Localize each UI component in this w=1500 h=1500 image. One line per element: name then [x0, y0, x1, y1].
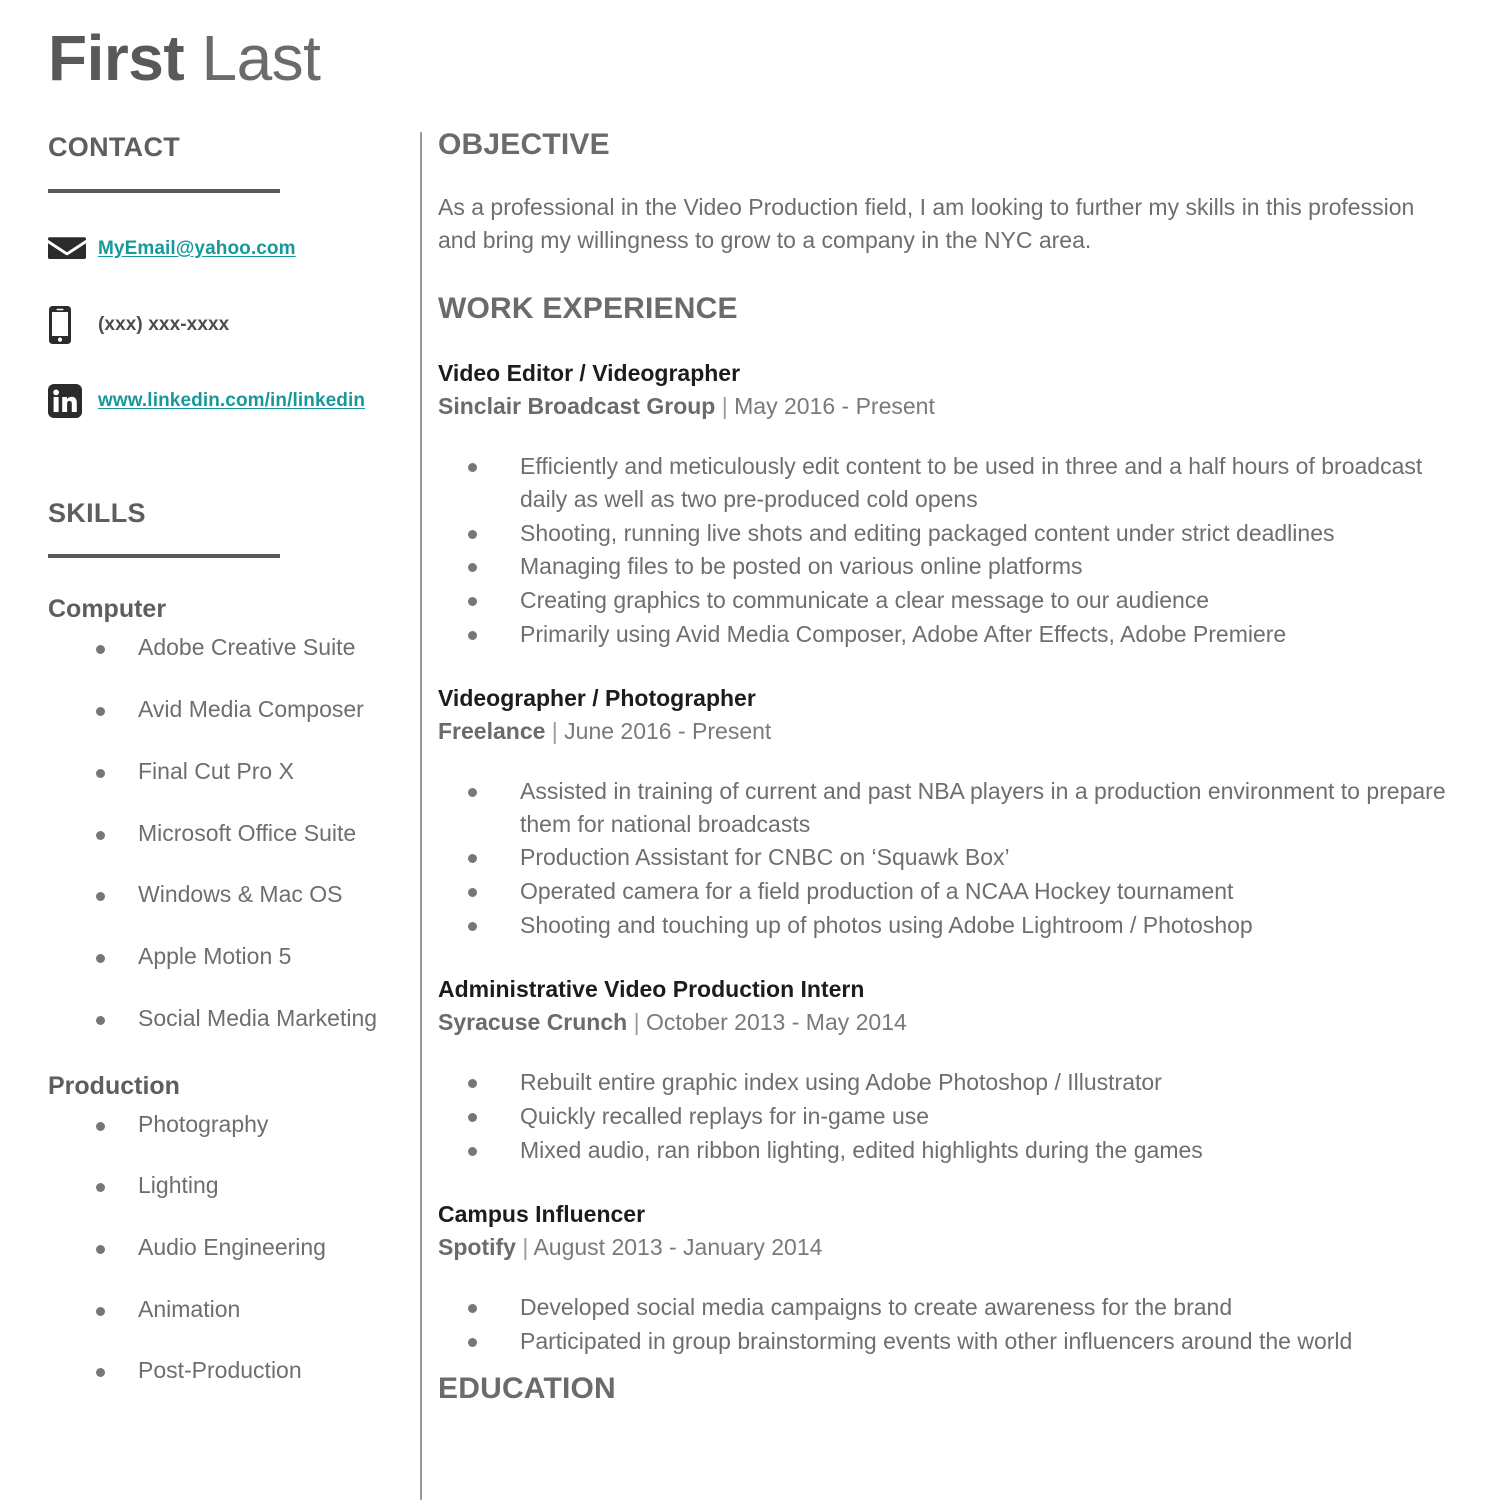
skills-section: SKILLS Computer Adobe Creative Suite Avi… [48, 497, 400, 1388]
job-dates: June 2016 - Present [564, 718, 772, 745]
job-entry: Administrative Video Production Intern S… [438, 975, 1456, 1166]
skill-group-title: Production [48, 1071, 180, 1100]
job-meta: Syracuse Crunch | October 2013 - May 201… [438, 1007, 1456, 1038]
skill-list-production: Photography Lighting Audio Engineering A… [48, 1109, 400, 1388]
job-duties: Efficiently and meticulously edit conten… [438, 450, 1456, 650]
contact-list: MyEmail@yahoo.com (xxx) xxx-xxxx www.lin… [48, 223, 400, 427]
sidebar: CONTACT MyEmail@yahoo.com (xxx) xxx-xxxx… [48, 132, 400, 1417]
list-item: Photography [48, 1109, 400, 1141]
job-company: Syracuse Crunch [438, 1009, 628, 1036]
job-dates: August 2013 - January 2014 [533, 1234, 823, 1261]
job-entry: Campus Influencer Spotify | August 2013 … [438, 1200, 1456, 1357]
last-name: Last [201, 22, 321, 94]
list-item: Adobe Creative Suite [48, 632, 400, 664]
resume-page: First Last CONTACT MyEmail@yahoo.com (xx… [0, 0, 1500, 1500]
list-item: Audio Engineering [48, 1232, 400, 1264]
list-item: Developed social media campaigns to crea… [438, 1291, 1456, 1324]
job-title: Video Editor / Videographer [438, 360, 741, 387]
list-item: Shooting and touching up of photos using… [438, 909, 1456, 942]
list-item: Quickly recalled replays for in-game use [438, 1100, 1456, 1133]
job-dates: October 2013 - May 2014 [645, 1009, 907, 1036]
skill-group-production: Production Photography Lighting Audio En… [48, 1071, 400, 1388]
email-link[interactable]: MyEmail@yahoo.com [98, 238, 296, 260]
contact-item-email[interactable]: MyEmail@yahoo.com [48, 223, 400, 275]
objective-body: As a professional in the Video Productio… [438, 194, 1415, 253]
job-company: Freelance [438, 718, 546, 745]
list-item: Windows & Mac OS [48, 879, 400, 911]
skills-rule [48, 554, 280, 559]
list-item: Participated in group brainstorming even… [438, 1325, 1456, 1358]
column-divider [420, 132, 422, 1500]
skill-list-computer: Adobe Creative Suite Avid Media Composer… [48, 632, 400, 1034]
list-item: Rebuilt entire graphic index using Adobe… [438, 1066, 1456, 1099]
list-item: Post-Production [48, 1355, 400, 1387]
job-separator: | [721, 393, 728, 420]
job-dates: May 2016 - Present [734, 393, 935, 420]
contact-rule [48, 188, 280, 193]
list-item: Mixed audio, ran ribbon lighting, edited… [438, 1134, 1456, 1167]
list-item: Managing files to be posted on various o… [438, 550, 1456, 583]
smartphone-icon [48, 305, 92, 345]
job-separator: | [522, 1234, 529, 1261]
job-entry: Video Editor / Videographer Sinclair Bro… [438, 359, 1456, 650]
job-separator: | [633, 1009, 640, 1036]
objective-heading: OBJECTIVE [438, 128, 610, 161]
job-title: Administrative Video Production Intern [438, 976, 865, 1003]
list-item: Operated camera for a field production o… [438, 875, 1456, 908]
list-item: Assisted in training of current and past… [438, 775, 1456, 840]
list-item: Social Media Marketing [48, 1003, 400, 1035]
job-duties: Assisted in training of current and past… [438, 775, 1456, 941]
page-title: First Last [48, 26, 321, 90]
job-title: Campus Influencer [438, 1201, 646, 1228]
first-name: First [48, 22, 185, 94]
job-company: Spotify [438, 1234, 516, 1261]
list-item: Efficiently and meticulously edit conten… [438, 450, 1456, 515]
job-meta: Sinclair Broadcast Group | May 2016 - Pr… [438, 391, 1456, 422]
job-meta: Freelance | June 2016 - Present [438, 716, 1456, 747]
linkedin-icon [48, 383, 92, 418]
contact-item-phone: (xxx) xxx-xxxx [48, 299, 400, 351]
contact-heading: CONTACT [48, 132, 181, 162]
skill-group-title: Computer [48, 595, 167, 624]
linkedin-link[interactable]: www.linkedin.com/in/linkedin [98, 390, 365, 412]
main-content: OBJECTIVE As a professional in the Video… [438, 128, 1456, 1405]
contact-item-linkedin[interactable]: www.linkedin.com/in/linkedin [48, 375, 400, 427]
list-item: Production Assistant for CNBC on ‘Squawk… [438, 841, 1456, 874]
job-duties: Rebuilt entire graphic index using Adobe… [438, 1066, 1456, 1166]
work-experience-heading: WORK EXPERIENCE [438, 292, 738, 326]
list-item: Final Cut Pro X [48, 756, 400, 788]
list-item: Lighting [48, 1170, 400, 1202]
contact-section: CONTACT MyEmail@yahoo.com (xxx) xxx-xxxx… [48, 132, 400, 427]
skills-heading: SKILLS [48, 497, 146, 528]
work-experience-section: WORK EXPERIENCE Video Editor / Videograp… [438, 292, 1456, 1357]
job-meta: Spotify | August 2013 - January 2014 [438, 1232, 1456, 1263]
envelope-icon [48, 235, 92, 262]
list-item: Animation [48, 1294, 400, 1326]
education-heading: EDUCATION [438, 1371, 616, 1405]
objective-section: OBJECTIVE As a professional in the Video… [438, 128, 1456, 256]
list-item: Microsoft Office Suite [48, 818, 400, 850]
list-item: Shooting, running live shots and editing… [438, 517, 1456, 550]
job-title: Videographer / Photographer [438, 685, 756, 712]
list-item: Avid Media Composer [48, 694, 400, 726]
job-separator: | [551, 718, 558, 745]
list-item: Apple Motion 5 [48, 941, 400, 973]
job-entry: Videographer / Photographer Freelance | … [438, 684, 1456, 941]
job-company: Sinclair Broadcast Group [438, 393, 716, 420]
phone-number: (xxx) xxx-xxxx [98, 313, 230, 335]
job-duties: Developed social media campaigns to crea… [438, 1291, 1456, 1357]
list-item: Primarily using Avid Media Composer, Ado… [438, 618, 1456, 651]
list-item: Creating graphics to communicate a clear… [438, 584, 1456, 617]
skill-group-computer: Computer Adobe Creative Suite Avid Media… [48, 594, 400, 1034]
